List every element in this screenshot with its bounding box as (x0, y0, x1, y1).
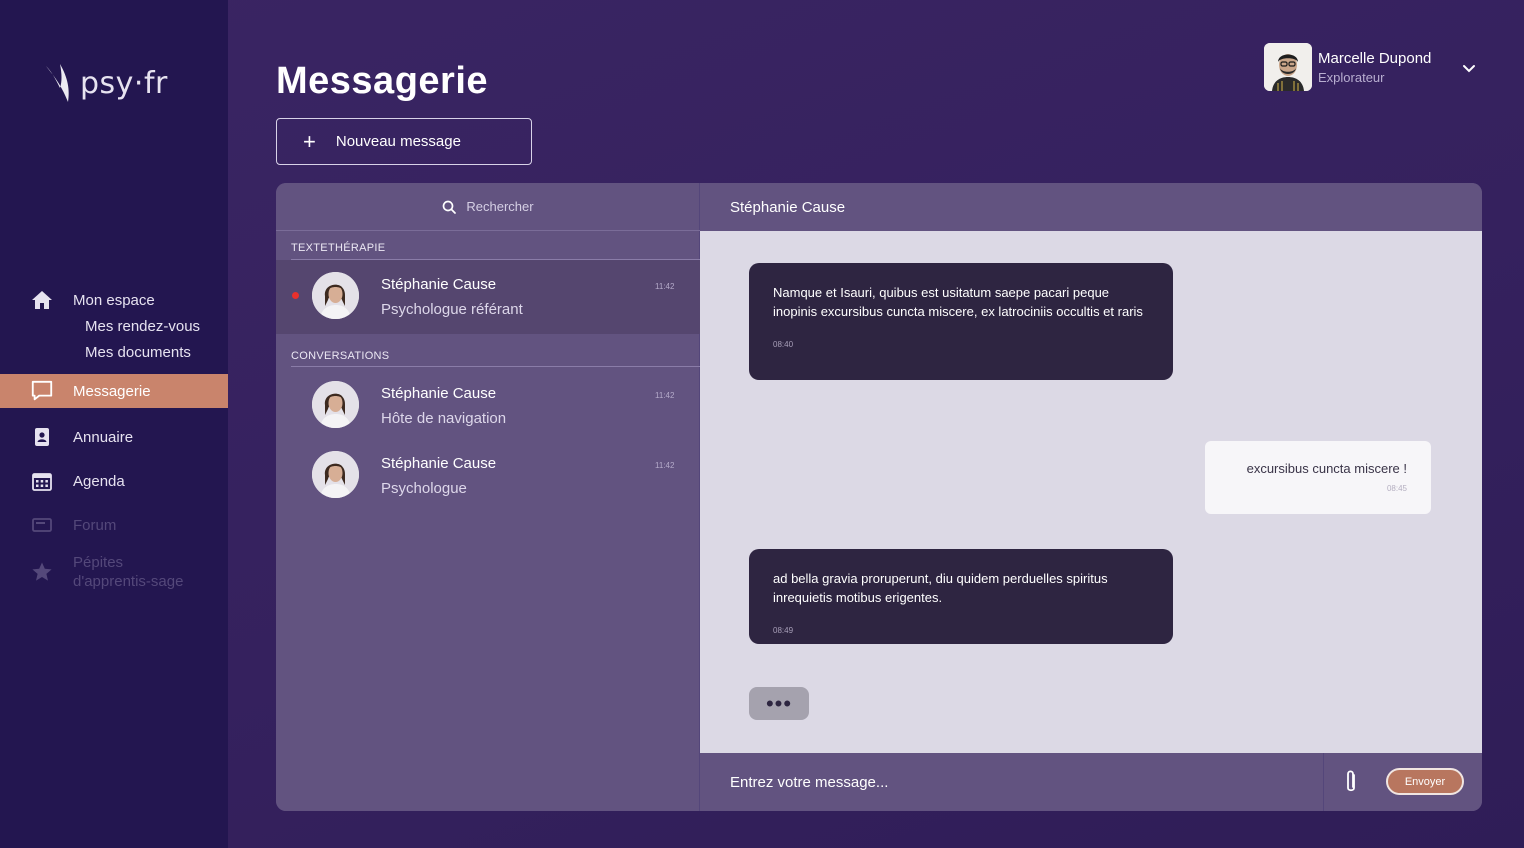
avatar (1264, 43, 1312, 91)
conversation-item[interactable]: Stéphanie Cause Psychologue 11:42 (276, 439, 700, 509)
chevron-down-icon[interactable] (1460, 60, 1478, 78)
divider (291, 366, 700, 367)
chat-bubble-icon (30, 379, 54, 403)
sidebar-item-forum: Forum (0, 512, 228, 538)
message-composer: Entrez votre message... Envoyer (700, 753, 1482, 811)
chat-messages[interactable]: Namque et Isauri, quibus est usitatum sa… (700, 231, 1482, 753)
message-received: ad bella gravia proruperunt, diu quidem … (749, 549, 1173, 644)
conversation-name: Stéphanie Cause (381, 455, 497, 472)
message-sent: excursibus cuncta miscere ! 08:45 (1205, 441, 1431, 514)
star-icon (30, 560, 54, 584)
user-menu[interactable]: Marcelle Dupond Explorateur (1264, 43, 1431, 91)
search-placeholder: Rechercher (466, 199, 534, 214)
avatar (312, 381, 359, 428)
message-time: 08:45 (1386, 484, 1407, 493)
home-icon (30, 288, 54, 312)
chat-contact-name: Stéphanie Cause (730, 198, 846, 216)
message-text: Namque et Isauri, quibus est usitatum sa… (773, 285, 1143, 319)
sidebar-item-label: Pépites d'apprentis-sage (73, 553, 183, 591)
conversation-role: Psychologue (381, 480, 467, 497)
user-name: Marcelle Dupond (1318, 49, 1432, 67)
section-label-conversations: CONVERSATIONS (291, 350, 390, 362)
sidebar-item-mes-documents[interactable]: Mes documents (85, 344, 191, 361)
section-label-textetherapie: TEXTETHÉRAPIE (291, 242, 386, 254)
sidebar-item-label: Messagerie (73, 382, 151, 400)
logo-text: psy·fr (80, 65, 168, 101)
message-input[interactable]: Entrez votre message... (730, 753, 1290, 811)
sidebar-item-label: Annuaire (73, 428, 134, 446)
message-text: ad bella gravia proruperunt, diu quidem … (773, 571, 1108, 605)
sidebar-item-pepites: Pépites d'apprentis-sage (0, 552, 228, 592)
conversation-time: 11:42 (655, 461, 675, 470)
user-role: Explorateur (1318, 69, 1385, 85)
contact-book-icon (30, 425, 54, 449)
message-text: excursibus cuncta miscere ! (1246, 461, 1407, 476)
conversation-item[interactable]: Stéphanie Cause Psychologue référant 11:… (276, 260, 700, 334)
chat-header: Stéphanie Cause (700, 183, 1482, 231)
paperclip-icon[interactable] (1338, 768, 1364, 796)
conversation-name: Stéphanie Cause (381, 385, 497, 402)
messaging-panel: Rechercher TEXTETHÉRAPIE Stéphanie Cause… (276, 183, 1482, 811)
message-time: 08:49 (773, 626, 794, 635)
search-icon (443, 200, 457, 214)
calendar-icon (30, 469, 54, 493)
typing-indicator: ••• (749, 687, 809, 720)
message-time: 08:40 (773, 340, 794, 349)
plus-icon: + (303, 128, 316, 154)
conversation-name: Stéphanie Cause (381, 276, 497, 293)
send-button[interactable]: Envoyer (1386, 768, 1464, 795)
page-title: Messagerie (276, 60, 489, 102)
logo-leaf-icon (46, 64, 69, 102)
conversation-item[interactable]: Stéphanie Cause Hôte de navigation 11:42 (276, 369, 700, 439)
conversation-time: 11:42 (655, 391, 675, 400)
avatar (312, 451, 359, 498)
search-input[interactable]: Rechercher (276, 183, 700, 231)
new-message-label: Nouveau message (335, 133, 461, 150)
sidebar-item-mon-espace[interactable]: Mon espace (0, 287, 228, 313)
logo[interactable]: psy·fr (42, 60, 168, 106)
forum-icon (30, 513, 54, 537)
conversation-role: Hôte de navigation (381, 410, 507, 427)
sidebar-item-label-line2: d'apprentis-sage (73, 573, 184, 590)
conversation-list: Rechercher TEXTETHÉRAPIE Stéphanie Cause… (276, 183, 700, 811)
message-received: Namque et Isauri, quibus est usitatum sa… (749, 263, 1173, 380)
sidebar-item-annuaire[interactable]: Annuaire (0, 424, 228, 450)
sidebar-item-agenda[interactable]: Agenda (0, 468, 228, 494)
divider (1323, 753, 1324, 811)
new-message-button[interactable]: + Nouveau message (276, 118, 532, 165)
chat-window: Stéphanie Cause Namque et Isauri, quibus… (700, 183, 1482, 811)
unread-dot (292, 292, 299, 299)
sidebar-item-label-line1: Pépites (73, 554, 124, 571)
sidebar: psy·fr Mon espace Mes rendez-vous Mes do… (0, 0, 228, 848)
sidebar-item-mes-rendez-vous[interactable]: Mes rendez-vous (85, 318, 200, 335)
avatar (312, 272, 359, 319)
sidebar-item-messagerie[interactable]: Messagerie (0, 374, 228, 408)
conversation-role: Psychologue référant (381, 301, 523, 318)
sidebar-item-label: Forum (73, 516, 117, 534)
sidebar-item-label: Mon espace (73, 291, 155, 309)
conversation-time: 11:42 (655, 282, 675, 291)
sidebar-item-label: Agenda (73, 472, 125, 490)
